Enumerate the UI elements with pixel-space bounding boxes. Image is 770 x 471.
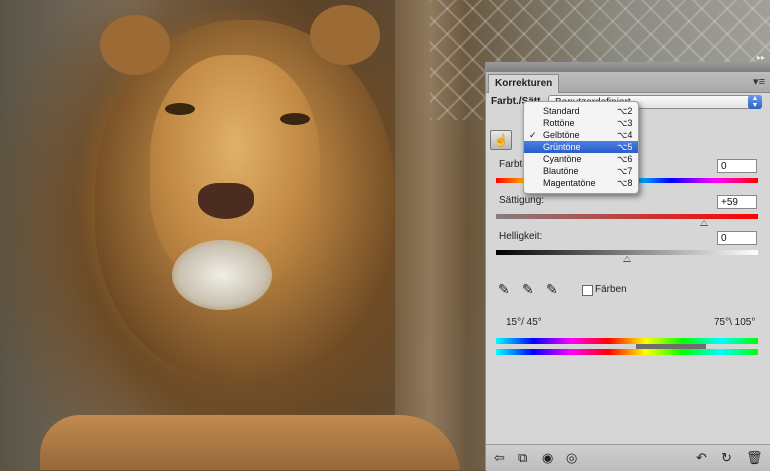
panel-tabbar: Korrekturen ▾≡ — [486, 72, 770, 93]
colorize-checkbox[interactable] — [582, 285, 593, 296]
menu-item-shortcut: ⌥3 — [617, 118, 633, 128]
menu-item-magentatoene[interactable]: Magentatöne ⌥8 — [524, 177, 638, 189]
menu-item-shortcut: ⌥8 — [617, 178, 633, 188]
lightness-input[interactable]: 0 — [717, 231, 757, 245]
color-range-dropdown: Standard ⌥2 Rottöne ⌥3 ✓ Gelbtöne ⌥4 Grü… — [523, 101, 639, 194]
hand-adjust-icon[interactable]: ☝ — [490, 130, 512, 150]
collapse-icon[interactable]: ▸▸ — [757, 53, 765, 62]
menu-item-rottoene[interactable]: Rottöne ⌥3 — [524, 117, 638, 129]
lightness-slider-thumb[interactable] — [623, 256, 631, 262]
range-left-label: 15°/ 45° — [506, 317, 542, 328]
back-arrow-icon[interactable]: ⇦ — [494, 450, 505, 466]
previous-state-icon[interactable]: ↶ — [696, 450, 707, 466]
hue-input[interactable]: 0 — [717, 159, 757, 173]
lightness-label: Helligkeit: — [499, 231, 543, 242]
saturation-label: Sättigung: — [499, 195, 545, 206]
colorize-label: Färben — [595, 284, 627, 295]
menu-item-blautoene[interactable]: Blautöne ⌥7 — [524, 165, 638, 177]
menu-item-shortcut: ⌥6 — [617, 154, 633, 164]
tab-korrekturen[interactable]: Korrekturen — [488, 74, 560, 93]
menu-item-gruentoene[interactable]: Grüntöne ⌥5 — [524, 141, 638, 153]
menu-item-shortcut: ⌥5 — [617, 142, 633, 152]
reset-icon[interactable]: ↻ — [721, 450, 732, 466]
chevron-updown-icon[interactable]: ▲ ▼ — [748, 95, 762, 109]
menu-item-label: Cyantöne — [543, 154, 582, 164]
saturation-input[interactable]: +59 — [717, 195, 757, 209]
menu-check-icon: ✓ — [529, 130, 537, 140]
lion-ear-left — [100, 15, 170, 75]
menu-item-label: Rottöne — [543, 118, 575, 128]
spectrum-top-bar — [496, 338, 758, 344]
saturation-slider-thumb[interactable] — [700, 220, 709, 226]
menu-item-gelbtoene[interactable]: ✓ Gelbtöne ⌥4 — [524, 129, 638, 141]
panel-title-strip[interactable]: ▸▸ — [486, 53, 770, 72]
menu-item-label: Magentatöne — [543, 178, 596, 188]
panel-menu-icon[interactable]: ▾≡ — [753, 75, 765, 88]
menu-item-label: Grüntöne — [543, 142, 581, 152]
menu-item-shortcut: ⌥7 — [617, 166, 633, 176]
menu-item-label: Standard — [543, 106, 580, 116]
saturation-slider-track[interactable] — [496, 214, 758, 219]
menu-item-cyantoene[interactable]: Cyantöne ⌥6 — [524, 153, 638, 165]
menu-item-shortcut: ⌥4 — [617, 130, 633, 140]
menu-item-label: Gelbtöne — [543, 130, 580, 140]
range-right-label: 75°\ 105° — [714, 317, 756, 328]
clip-layer-icon[interactable]: ◉ — [542, 450, 553, 466]
eyedropper-icon[interactable]: ✎ — [498, 281, 510, 298]
eyedropper-plus-icon[interactable]: ✎ — [522, 281, 534, 298]
lightness-slider-track[interactable] — [496, 250, 758, 255]
menu-item-shortcut: ⌥2 — [617, 106, 633, 116]
visibility-eye-icon[interactable]: ◎ — [566, 450, 577, 466]
menu-item-standard[interactable]: Standard ⌥2 — [524, 105, 638, 117]
lion-eye-left — [165, 103, 195, 115]
lion-chin — [172, 240, 272, 310]
menu-item-label: Blautöne — [543, 166, 579, 176]
expand-view-icon[interactable]: ⧉ — [518, 450, 527, 466]
lion-nose — [198, 183, 254, 219]
lion-paw — [40, 415, 460, 470]
lion-ear-right — [310, 5, 380, 65]
spectrum-bottom-bar — [496, 349, 758, 355]
panel-bottom-bar: ⇦ ⧉ ◉ ◎ ↶ ↻ 🗑 — [486, 444, 770, 471]
lion-eye-right — [280, 113, 310, 125]
eyedropper-minus-icon[interactable]: ✎ — [546, 281, 558, 298]
trash-icon[interactable]: 🗑 — [746, 450, 763, 466]
